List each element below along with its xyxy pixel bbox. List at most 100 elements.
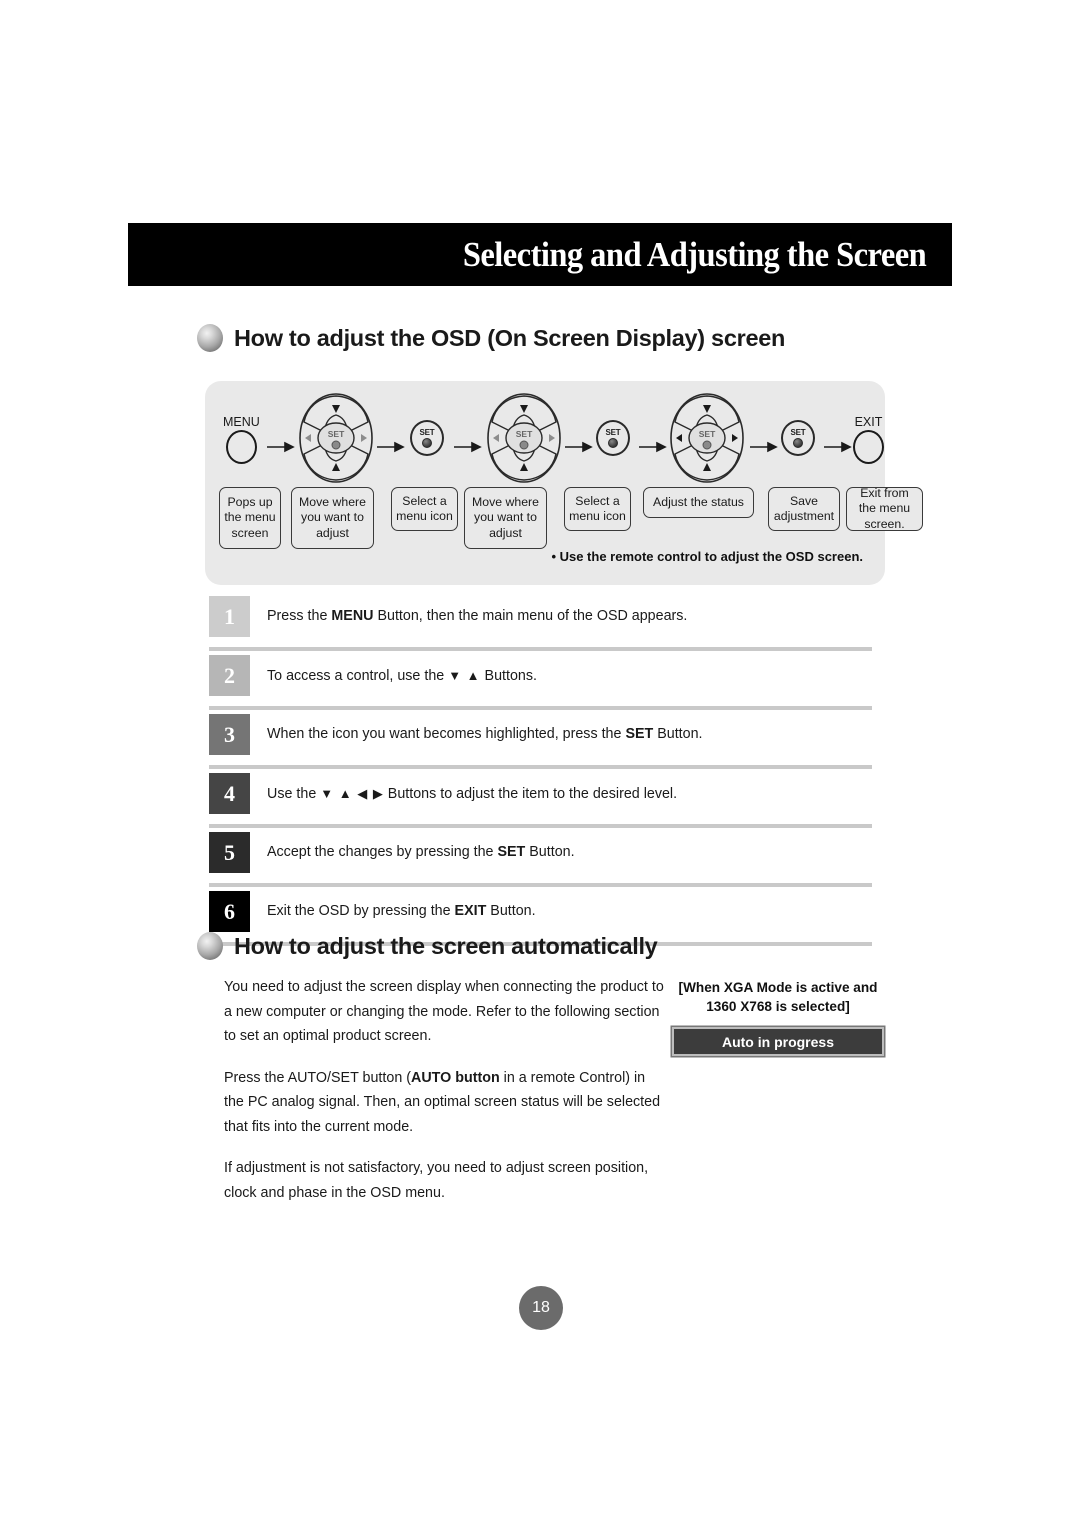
step-badge: 1 (209, 596, 250, 637)
step-row: 3 When the icon you want becomes highlig… (209, 714, 872, 762)
auto-paragraph-1: You need to adjust the screen display wh… (224, 979, 664, 1044)
step-text: Exit the OSD by pressing the EXIT Button… (267, 891, 536, 932)
auto-paragraph-2: Press the AUTO/SET button (AUTO button i… (224, 1066, 664, 1140)
step-divider (209, 706, 872, 710)
step-text-emphasis: MENU (331, 608, 374, 624)
step-text-part: Buttons. (480, 668, 537, 684)
step-divider (209, 883, 872, 887)
exit-button-label: EXIT (854, 415, 883, 429)
section-heading-auto: How to adjust the screen automatically (197, 932, 658, 960)
step-text-part: Button. (653, 726, 703, 742)
step-text-part: Button. (525, 844, 575, 860)
set-button-3[interactable]: SET (781, 420, 815, 456)
exit-button[interactable]: EXIT (853, 415, 884, 464)
auto-paragraph-2-part: Press the AUTO/SET button ( (224, 1069, 412, 1086)
step-row: 5 Accept the changes by pressing the SET… (209, 832, 872, 880)
step-text: When the icon you want becomes highlight… (267, 714, 703, 755)
step-text-part: To access a control, use the (267, 668, 449, 684)
osd-flow-diagram-panel: MENU SET SET SET SET SET SET EXIT Pops u… (205, 381, 923, 585)
set-button-3-dot-icon (793, 437, 803, 448)
set-button-2-dot-icon (608, 437, 618, 448)
flow-arrow-4-icon (565, 441, 593, 453)
set-button-2-label: SET (605, 427, 621, 437)
step-text: Accept the changes by pressing the SET B… (267, 832, 575, 873)
step-badge: 3 (209, 714, 250, 755)
svg-text:SET: SET (699, 429, 716, 439)
set-button-2[interactable]: SET (596, 420, 630, 456)
menu-button-circle (225, 430, 257, 464)
osd-steps-list: 1 Press the MENU Button, then the main m… (209, 596, 872, 950)
section-heading-auto-label: How to adjust the screen automatically (234, 932, 658, 959)
step-badge: 6 (209, 891, 250, 932)
step-badge: 5 (209, 832, 250, 873)
step-text-emphasis: SET (625, 726, 654, 742)
flow-arrow-5-icon (639, 441, 667, 453)
step-divider (209, 765, 872, 769)
xga-mode-side-note: [When XGA Mode is active and 1360 X768 i… (672, 978, 884, 1056)
menu-button[interactable]: MENU (223, 415, 260, 464)
step-text-part: Button, then the main menu of the OSD ap… (373, 608, 688, 624)
flow-arrow-6-icon (750, 441, 778, 453)
set-button-1-dot-icon (422, 437, 432, 448)
step-text-arrow-glyphs: ▼ ▲ ◀ ▶ (320, 786, 384, 801)
caption-box-2: Move where you want to adjust (291, 487, 374, 549)
set-button-3-label: SET (790, 427, 806, 437)
flow-arrow-7-icon (824, 441, 852, 453)
page-title-banner: Selecting and Adjusting the Screen (128, 223, 952, 286)
section-heading-osd: How to adjust the OSD (On Screen Display… (197, 324, 785, 352)
svg-text:SET: SET (516, 429, 533, 439)
side-note-title: [When XGA Mode is active and 1360 X768 i… (672, 978, 884, 1016)
sphere-bullet-icon (197, 932, 223, 960)
dpad-control-3[interactable]: SET (669, 392, 745, 484)
side-note-line-1: [When XGA Mode is active and (678, 980, 878, 995)
caption-box-6: Adjust the status (643, 487, 754, 518)
step-text-part: Use the (267, 786, 321, 802)
dpad-control-2[interactable]: SET (486, 392, 562, 484)
step-row: 2 To access a control, use the ▼ ▲ Butto… (209, 655, 872, 703)
page-title: Selecting and Adjusting the Screen (462, 234, 927, 274)
caption-box-4: Move where you want to adjust (464, 487, 547, 549)
dpad-control-1[interactable]: SET (298, 392, 374, 484)
caption-box-8: Exit from the menu screen. (846, 486, 923, 531)
page-number: 18 (519, 1286, 563, 1330)
caption-box-5: Select a menu icon (564, 487, 631, 531)
menu-button-label: MENU (223, 415, 260, 429)
auto-paragraph-2-emphasis: AUTO button (411, 1069, 500, 1086)
section-heading-osd-label: How to adjust the OSD (On Screen Display… (234, 324, 786, 351)
step-text-part: Button. (486, 903, 536, 919)
sphere-bullet-icon (197, 324, 223, 352)
step-row: 4 Use the ▼ ▲ ◀ ▶ Buttons to adjust the … (209, 773, 872, 821)
button-flow-row: MENU SET SET SET SET SET SET EXIT (205, 389, 885, 485)
auto-adjust-body: You need to adjust the screen display wh… (224, 975, 664, 1205)
flow-arrow-2-icon (377, 441, 405, 453)
step-row: 1 Press the MENU Button, then the main m… (209, 596, 872, 644)
panel-note: • Use the remote control to adjust the O… (551, 549, 863, 564)
step-text-arrow-glyphs: ▼ ▲ (448, 668, 481, 683)
step-divider (209, 824, 872, 828)
caption-box-3: Select a menu icon (391, 487, 458, 531)
side-note-line-2: 1360 X768 is selected] (706, 999, 850, 1014)
auto-paragraph-3: If adjustment is not satisfactory, you n… (224, 1160, 649, 1201)
auto-in-progress-bar: Auto in progress (672, 1027, 884, 1056)
flow-arrow-1-icon (267, 441, 295, 453)
step-text: Use the ▼ ▲ ◀ ▶ Buttons to adjust the it… (267, 773, 677, 815)
caption-box-7: Save adjustment (768, 487, 840, 531)
step-text: To access a control, use the ▼ ▲ Buttons… (267, 655, 537, 697)
step-text-part: Accept the changes by pressing the (267, 844, 498, 860)
step-text-part: When the icon you want becomes highlight… (267, 726, 626, 742)
step-text: Press the MENU Button, then the main men… (267, 596, 687, 637)
step-text-part: Buttons to adjust the item to the desire… (383, 786, 678, 802)
step-text-emphasis: EXIT (454, 903, 487, 919)
exit-button-circle (853, 430, 884, 464)
set-button-1[interactable]: SET (410, 420, 444, 456)
set-button-1-label: SET (419, 427, 435, 437)
step-divider (209, 647, 872, 651)
caption-box-1: Pops up the menu screen (219, 487, 281, 549)
step-badge: 2 (209, 655, 250, 696)
step-text-part: Exit the OSD by pressing the (267, 903, 455, 919)
flow-arrow-3-icon (454, 441, 482, 453)
step-text-emphasis: SET (497, 844, 526, 860)
step-badge: 4 (209, 773, 250, 814)
step-text-part: Press the (267, 608, 332, 624)
svg-text:SET: SET (328, 429, 345, 439)
